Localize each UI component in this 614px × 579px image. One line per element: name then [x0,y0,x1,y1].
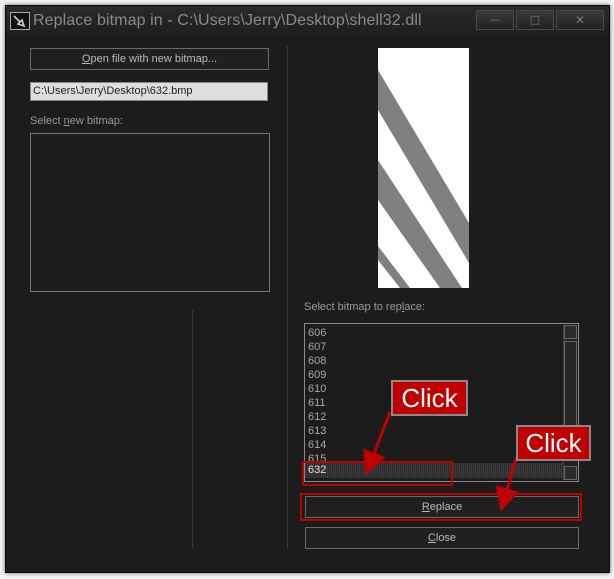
new-bitmap-preview [30,133,270,292]
click-callout-list: Click [391,380,468,416]
close-button[interactable]: Close [305,527,579,549]
selected-item-highlight [302,461,453,486]
open-file-button-label: Open file with new bitmap... [81,53,218,65]
title-bar[interactable]: Replace bitmap in - C:\Users\Jerry\Deskt… [6,6,609,36]
select-new-bitmap-label: Select new bitmap: [30,115,123,127]
current-bitmap-preview [378,48,469,288]
replace-button-highlight [300,493,582,521]
close-button-label: Close [427,532,457,544]
bitmap-path-field[interactable]: C:\Users\Jerry\Desktop\632.bmp [30,82,268,101]
app-icon[interactable] [10,12,30,30]
scroll-thumb[interactable] [564,341,577,433]
scroll-up-arrow[interactable] [564,325,577,339]
minimize-button[interactable]: — [476,10,514,30]
open-file-button[interactable]: Open file with new bitmap... [30,48,269,70]
panel-divider [287,46,288,549]
list-item[interactable]: 607 [308,340,326,354]
scroll-down-arrow[interactable] [564,466,577,480]
list-item[interactable]: 613 [308,424,326,438]
click-callout-replace: Click [516,425,591,461]
list-item[interactable]: 606 [308,326,326,340]
maximize-button[interactable]: □ [516,10,554,30]
list-item[interactable]: 611 [308,396,326,410]
list-item[interactable]: 614 [308,438,326,452]
panel-divider-secondary [192,310,193,548]
list-item[interactable]: 610 [308,382,326,396]
list-item[interactable]: 609 [308,368,326,382]
list-item[interactable]: 608 [308,354,326,368]
select-bitmap-to-replace-label: Select bitmap to replace: [304,301,426,313]
close-window-button[interactable]: ✕ [556,10,604,30]
list-item[interactable]: 612 [308,410,326,424]
window-title: Replace bitmap in - C:\Users\Jerry\Deskt… [33,12,422,29]
